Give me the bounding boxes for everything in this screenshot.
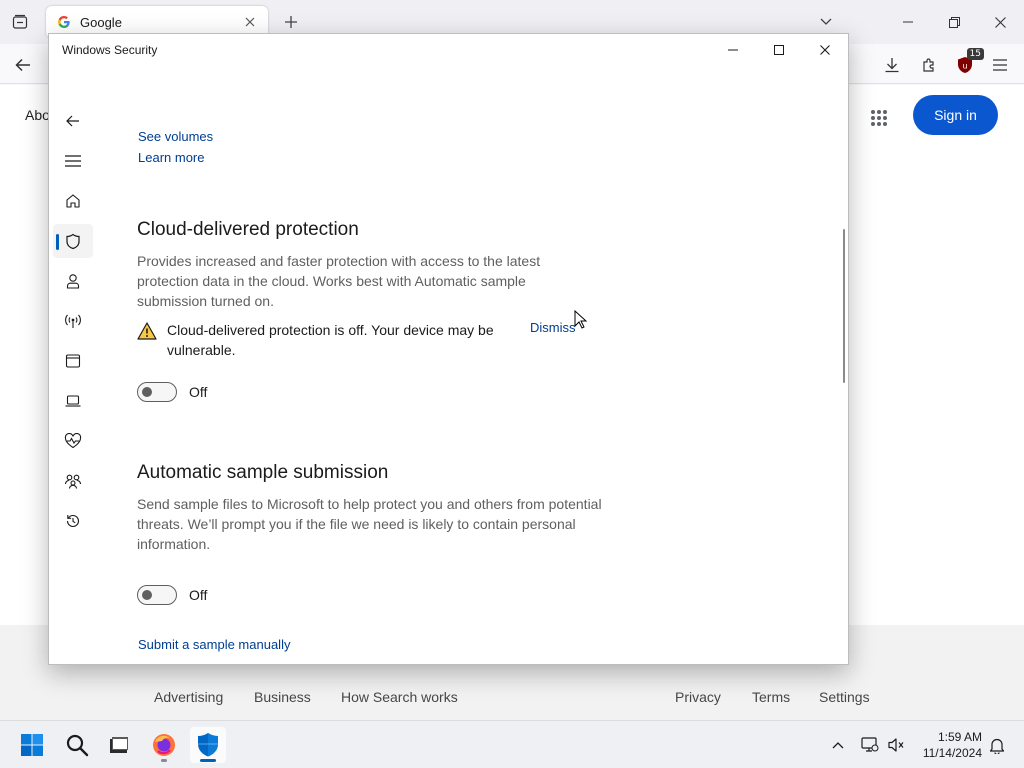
cloud-protection-toggle-state: Off [189, 384, 208, 400]
back-arrow-icon[interactable] [10, 52, 36, 78]
cloud-protection-heading: Cloud-delivered protection [137, 219, 359, 240]
active-indicator [200, 759, 216, 762]
laptop-icon[interactable] [53, 384, 93, 418]
minimize-icon[interactable] [886, 6, 930, 38]
network-icon[interactable] [858, 733, 882, 757]
cloud-protection-toggle[interactable] [137, 382, 177, 402]
footer-link-business[interactable]: Business [254, 689, 311, 705]
extension-badge: 15 [966, 48, 984, 60]
ublock-extension-icon[interactable]: u 15 [952, 48, 984, 78]
notification-bell-icon[interactable] [985, 733, 1009, 757]
plus-icon[interactable] [280, 11, 302, 33]
person-icon[interactable] [53, 264, 93, 298]
window-title: Windows Security [62, 43, 158, 57]
shield-icon[interactable] [53, 224, 93, 258]
content-scrollbar[interactable] [843, 229, 845, 383]
learn-more-link[interactable]: Learn more [138, 150, 204, 165]
sample-submission-toggle[interactable] [137, 585, 177, 605]
wireless-icon[interactable] [53, 304, 93, 338]
family-icon[interactable] [53, 464, 93, 498]
search-icon[interactable] [59, 727, 95, 763]
warning-text: Cloud-delivered protection is off. Your … [167, 322, 494, 358]
chevron-down-icon[interactable] [816, 12, 836, 32]
clock-date: 11/14/2024 [922, 746, 982, 760]
clock-time: 1:59 AM [937, 730, 982, 744]
firefox-icon[interactable] [146, 727, 182, 763]
maximize-icon[interactable] [756, 34, 802, 66]
chevron-up-icon[interactable] [826, 733, 850, 757]
clock[interactable]: 1:59 AM 11/14/2024 [906, 729, 982, 761]
window-title-bar[interactable]: Windows Security [49, 34, 848, 66]
about-link[interactable]: Abo [25, 107, 50, 123]
security-content: See volumes Learn more Cloud-delivered p… [137, 66, 757, 664]
taskbar: 1:59 AM 11/14/2024 [0, 720, 1024, 768]
terminal-icon[interactable] [101, 727, 137, 763]
cloud-protection-warning: Cloud-delivered protection is off. Your … [137, 320, 607, 360]
windows-security-icon[interactable] [190, 727, 226, 763]
cloud-protection-toggle-row: Off [137, 382, 207, 402]
google-apps-icon[interactable] [866, 105, 892, 131]
sign-in-button[interactable]: Sign in [913, 95, 998, 135]
heart-pulse-icon[interactable] [53, 424, 93, 458]
svg-text:u: u [962, 62, 967, 71]
close-window-icon[interactable] [978, 6, 1022, 38]
submit-sample-manually-link[interactable]: Submit a sample manually [138, 637, 290, 652]
download-icon[interactable] [879, 52, 905, 78]
back-arrow-icon[interactable] [53, 104, 93, 138]
history-icon[interactable] [53, 504, 93, 538]
tab-title: Google [80, 14, 122, 30]
footer-link-terms[interactable]: Terms [752, 689, 790, 705]
close-icon[interactable] [802, 34, 848, 66]
toggle-knob [142, 387, 152, 397]
active-indicator [56, 234, 59, 250]
footer-link-advertising[interactable]: Advertising [154, 689, 223, 705]
footer-link-privacy[interactable]: Privacy [675, 689, 721, 705]
home-icon[interactable] [53, 184, 93, 218]
tab-list-icon[interactable] [8, 10, 32, 34]
footer-link-settings[interactable]: Settings [819, 689, 870, 705]
sample-submission-heading: Automatic sample submission [137, 462, 389, 483]
warning-icon [137, 322, 157, 340]
sample-submission-toggle-row: Off [137, 585, 207, 605]
menu-icon[interactable] [987, 52, 1013, 78]
sound-muted-icon[interactable] [884, 733, 908, 757]
navigation-rail [49, 66, 95, 664]
toggle-knob [142, 590, 152, 600]
windows-start-icon[interactable] [14, 727, 50, 763]
sample-submission-toggle-state: Off [189, 587, 208, 603]
footer-link-how-search-works[interactable]: How Search works [341, 689, 458, 705]
extensions-icon[interactable] [916, 52, 942, 78]
restore-icon[interactable] [932, 6, 976, 38]
hamburger-menu-icon[interactable] [53, 144, 93, 178]
close-icon[interactable] [242, 14, 258, 30]
dismiss-link[interactable]: Dismiss [530, 320, 576, 335]
windows-security-window: Windows Security See volumes Learn more … [48, 33, 849, 665]
app-browser-icon[interactable] [53, 344, 93, 378]
google-g-icon [56, 14, 72, 30]
see-volumes-link[interactable]: See volumes [138, 129, 213, 144]
cloud-protection-description: Provides increased and faster protection… [137, 253, 541, 309]
mouse-cursor-icon [574, 310, 588, 329]
settings-gear-icon[interactable] [53, 656, 93, 664]
minimize-icon[interactable] [710, 34, 756, 66]
sample-submission-description: Send sample files to Microsoft to help p… [137, 496, 602, 552]
running-indicator [161, 759, 167, 762]
